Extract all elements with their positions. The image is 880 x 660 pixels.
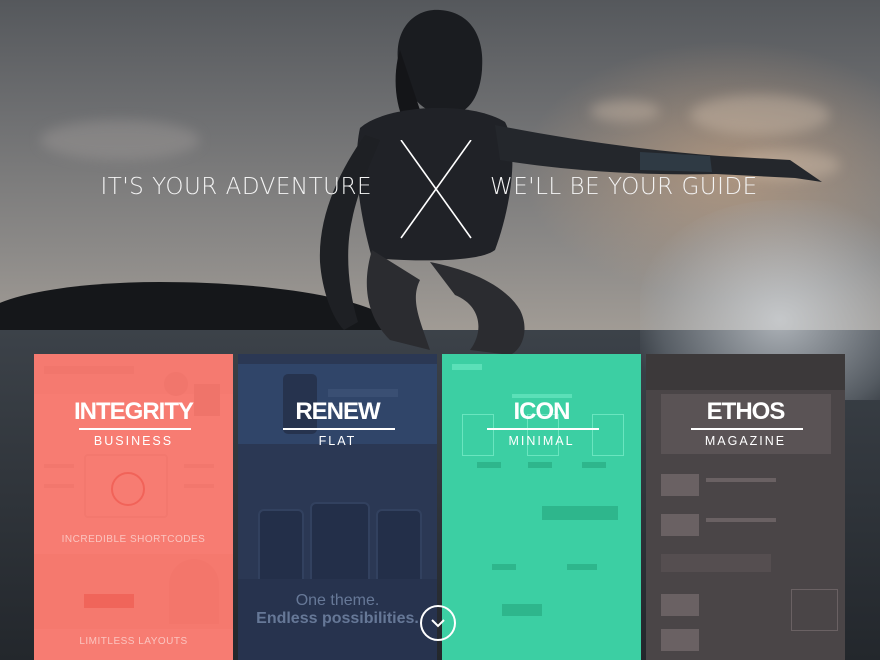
x-divider-icon: [400, 140, 472, 239]
theme-card-integrity[interactable]: INCREDIBLE SHORTCODES LIMITLESS LAYOUTS …: [34, 354, 233, 660]
title-rule: [487, 428, 599, 430]
title-rule: [79, 428, 191, 430]
theme-name: ETHOS: [706, 398, 786, 425]
title-rule: [283, 428, 395, 430]
theme-name: ICON: [513, 398, 571, 425]
theme-card-ethos[interactable]: ETHOS MAGAZINE: [646, 354, 845, 660]
hero-tagline-left: IT'S YOUR ADVENTURE: [100, 174, 372, 200]
preview-text: LIMITLESS LAYOUTS: [79, 636, 188, 647]
theme-style: FLAT: [318, 434, 357, 448]
theme-name: RENEW: [295, 398, 380, 425]
theme-card-icon[interactable]: ICON MINIMAL: [442, 354, 641, 660]
theme-style: BUSINESS: [93, 434, 174, 448]
theme-style: MINIMAL: [508, 434, 575, 448]
hero-tagline-right: WE'LL BE YOUR GUIDE: [490, 174, 758, 200]
theme-name: INTEGRITY: [73, 398, 194, 425]
theme-style: MAGAZINE: [704, 434, 787, 448]
preview-text: Endless possibilities.: [256, 610, 419, 627]
chevron-down-icon: [431, 619, 445, 628]
preview-text: One theme.: [295, 592, 380, 609]
title-rule: [691, 428, 803, 430]
theme-card-renew[interactable]: One theme. Endless possibilities. RENEW …: [238, 354, 437, 660]
preview-text: INCREDIBLE SHORTCODES: [61, 534, 206, 545]
scroll-down-button[interactable]: [420, 605, 456, 641]
